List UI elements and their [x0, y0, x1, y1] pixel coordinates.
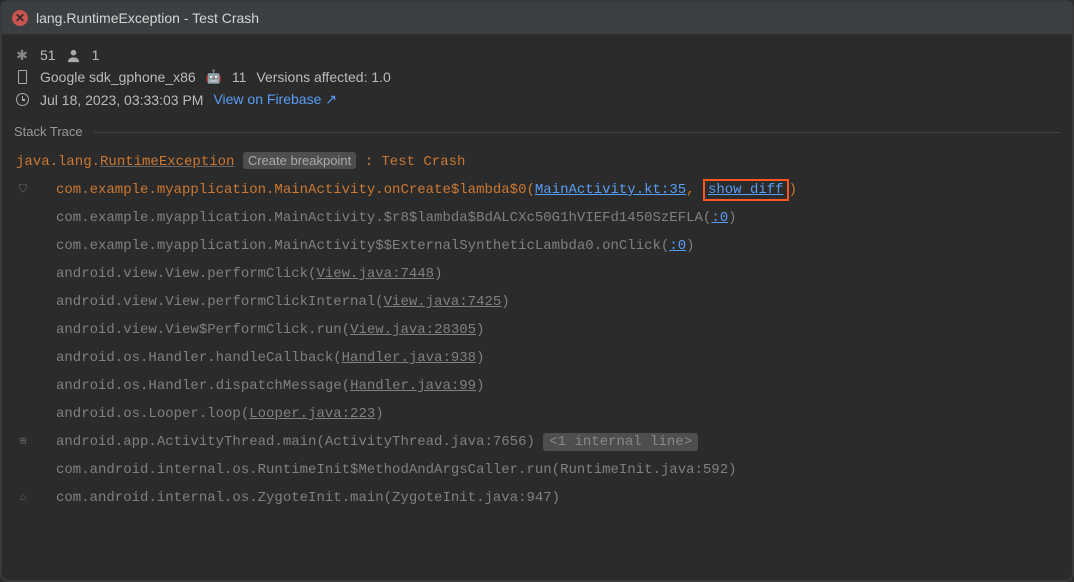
error-icon: ✕ [12, 10, 28, 26]
trace-text: android.view.View.performClick( [56, 266, 316, 282]
android-icon: 🤖 [206, 69, 222, 85]
source-link[interactable]: View.java:7448 [316, 266, 434, 282]
user-icon [66, 47, 82, 63]
internal-lines-badge[interactable]: <1 internal line> [543, 433, 698, 451]
show-diff-link[interactable]: show diff [703, 179, 789, 201]
trace-line: com.example.myapplication.MainActivity$$… [16, 232, 1058, 260]
exception-class: java.lang.RuntimeException [16, 154, 234, 170]
trace-line: android.os.Looper.loop(Looper.java:223) [16, 400, 1058, 428]
trace-line: ⌂ com.android.internal.os.ZygoteInit.main… [16, 484, 1058, 512]
trace-text: com.example.myapplication.MainActivity$$… [56, 238, 669, 254]
trace-line: ⊞ android.app.ActivityThread.main(Activit… [16, 428, 1058, 456]
trace-text: android.view.View.performClickInternal( [56, 294, 384, 310]
trace-text: com.android.internal.os.ZygoteInit.main(… [56, 490, 560, 506]
trace-text: android.os.Handler.handleCallback( [56, 350, 342, 366]
device-name: Google sdk_gphone_x86 [40, 69, 196, 85]
stack-trace: java.lang.RuntimeException Create breakp… [2, 139, 1072, 524]
clock-icon [14, 92, 30, 108]
source-link[interactable]: :0 [669, 238, 686, 254]
trace-text: android.view.View$PerformClick.run( [56, 322, 350, 338]
trace-text: android.os.Looper.loop( [56, 406, 249, 422]
exception-line: java.lang.RuntimeException Create breakp… [16, 147, 1058, 176]
trace-line: android.view.View.performClick(View.java… [16, 260, 1058, 288]
gutter-shield-icon: ⛉ [16, 183, 30, 197]
view-on-firebase-link[interactable]: View on Firebase ↗ [213, 91, 337, 108]
collapse-icon[interactable]: ⌂ [16, 491, 30, 505]
device-row: Google sdk_gphone_x86 🤖 11 Versions affe… [14, 69, 1060, 85]
source-link[interactable]: View.java:7425 [384, 294, 502, 310]
trace-line: com.android.internal.os.RuntimeInit$Meth… [16, 456, 1058, 484]
source-link[interactable]: Handler.java:99 [350, 378, 476, 394]
trace-line: ⛉ com.example.myapplication.MainActivity.… [16, 176, 1058, 204]
source-link[interactable]: View.java:28305 [350, 322, 476, 338]
trace-text: com.android.internal.os.RuntimeInit$Meth… [56, 462, 737, 478]
source-link[interactable]: :0 [711, 210, 728, 226]
expand-icon[interactable]: ⊞ [16, 435, 30, 449]
device-icon [14, 69, 30, 85]
trace-text: com.example.myapplication.MainActivity.o… [56, 182, 535, 198]
crash-count: 51 [40, 47, 56, 63]
timestamp-row: Jul 18, 2023, 03:33:03 PM View on Fireba… [14, 91, 1060, 108]
versions-affected: Versions affected: 1.0 [256, 69, 390, 85]
user-count: 1 [92, 47, 100, 63]
create-breakpoint-button[interactable]: Create breakpoint [243, 152, 356, 169]
trace-line: android.view.View$PerformClick.run(View.… [16, 316, 1058, 344]
trace-line: com.example.myapplication.MainActivity.$… [16, 204, 1058, 232]
source-link[interactable]: MainActivity.kt:35 [535, 182, 686, 198]
crash-header: ✕ lang.RuntimeException - Test Crash [2, 2, 1072, 35]
trace-line: android.view.View.performClickInternal(V… [16, 288, 1058, 316]
trace-text: android.os.Handler.dispatchMessage( [56, 378, 350, 394]
meta-section: ✱ 51 1 Google sdk_gphone_x86 🤖 11 Versio… [2, 35, 1072, 120]
timestamp: Jul 18, 2023, 03:33:03 PM [40, 92, 203, 108]
trace-text: android.app.ActivityThread.main(Activity… [56, 434, 543, 450]
trace-line: android.os.Handler.dispatchMessage(Handl… [16, 372, 1058, 400]
crash-icon: ✱ [14, 47, 30, 63]
android-version: 11 [232, 69, 247, 85]
source-link[interactable]: Handler.java:938 [342, 350, 476, 366]
trace-text: com.example.myapplication.MainActivity.$… [56, 210, 711, 226]
stack-trace-label: Stack Trace [2, 120, 1072, 139]
header-title: lang.RuntimeException - Test Crash [36, 10, 259, 26]
trace-line: android.os.Handler.handleCallback(Handle… [16, 344, 1058, 372]
source-link[interactable]: Looper.java:223 [249, 406, 375, 422]
counts-row: ✱ 51 1 [14, 47, 1060, 63]
exception-message: : Test Crash [365, 154, 466, 170]
